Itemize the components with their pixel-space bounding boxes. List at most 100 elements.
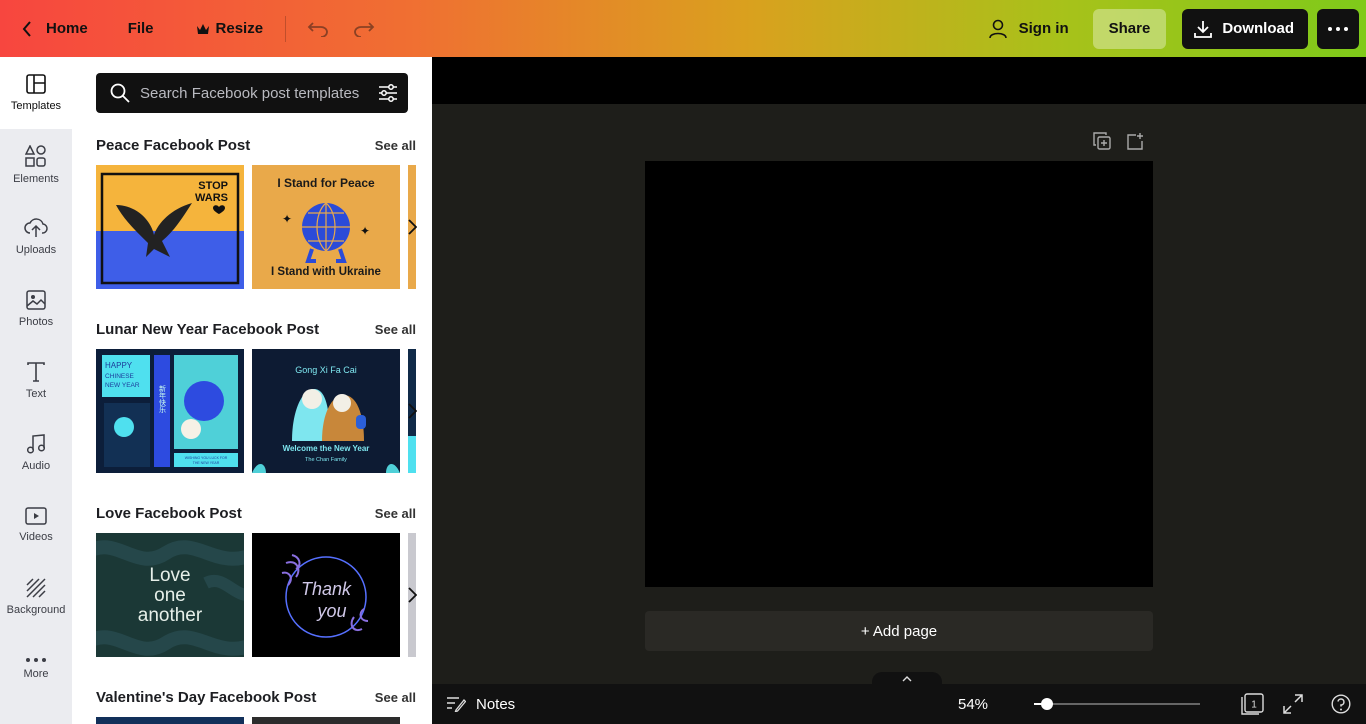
more-dots-icon [26,658,46,662]
wishing-luck-text: WISHING YOU LUCK FOR [185,456,228,460]
fullscreen-button[interactable] [1283,694,1303,719]
see-all-love[interactable]: See all [375,506,416,521]
duplicate-page-button[interactable] [1093,132,1111,155]
search-input[interactable] [140,84,370,102]
design-page[interactable] [645,161,1153,587]
redo-icon [354,21,375,37]
rail-item-more[interactable]: More [0,633,72,705]
page-count: 1 [1251,700,1257,711]
rail-item-elements[interactable]: Elements [0,129,72,201]
thank-you-artwork: Thank you [252,533,400,657]
home-button[interactable]: Home [12,9,98,49]
rail-item-videos[interactable]: Videos [0,489,72,561]
toolbar-divider [285,15,287,42]
help-button[interactable] [1331,694,1351,719]
thank-text: Thank [301,579,352,599]
carousel-next-lunar-new-year[interactable] [404,398,420,424]
download-icon [1194,20,1213,38]
rail-label-templates: Templates [10,100,62,112]
notes-button[interactable]: Notes [446,696,515,713]
template-thumb-valentines[interactable] [96,717,244,724]
search-icon [110,83,130,103]
redo-button[interactable] [344,9,384,49]
photo-icon [26,290,46,310]
svg-text:✦: ✦ [282,212,292,226]
rail-label-audio: Audio [21,460,51,472]
resize-button[interactable]: Resize [186,9,274,49]
peace-heading: I Stand for Peace [277,176,375,190]
filter-icon[interactable] [378,83,398,103]
elements-icon [25,145,46,167]
resize-label: Resize [215,20,264,37]
notes-icon [447,697,466,712]
crown-icon [196,23,209,34]
rail-label-elements: Elements [13,173,59,185]
carousel-next-love[interactable] [404,582,420,608]
another-text: another [138,605,203,626]
wars-text: WARS [195,192,228,204]
love-text: Love [149,565,190,586]
rail-label-uploads: Uploads [15,244,57,256]
carousel-next-peace[interactable] [404,214,420,240]
rail-label-background: Background [6,604,66,616]
template-thumb-stand-for-peace[interactable]: I Stand for Peace ✦ ✦ I Stand with Ukrai… [252,165,400,289]
file-label: File [127,20,154,37]
bottom-bar: Notes 54% 1 [432,672,1366,724]
page-count-button[interactable]: 1 [1241,693,1265,720]
add-page-button[interactable]: + Add page [645,611,1153,651]
love-one-another-artwork: Love one another [96,533,244,657]
home-label: Home [46,20,88,37]
section-title-love: Love Facebook Post [96,505,242,522]
download-button[interactable]: Download [1182,8,1308,49]
new-year-text: NEW YEAR [105,382,140,389]
chevron-right-icon [407,403,417,419]
top-bar: Home File Resize Sign in Share Download [0,0,1366,57]
see-all-valentines-day[interactable]: See all [375,690,416,705]
template-thumb-happy-chinese-new-year[interactable]: HAPPY CHINESE NEW YEAR 新年快乐 WISHING YOU … [96,349,244,473]
see-all-peace[interactable]: See all [375,138,416,153]
see-all-lunar-new-year[interactable]: See all [375,322,416,337]
template-thumb-valentines[interactable] [252,717,400,724]
stand-for-peace-artwork: I Stand for Peace ✦ ✦ I Stand with Ukrai… [252,165,400,289]
undo-icon [307,21,328,37]
more-options-button[interactable] [1317,8,1359,49]
side-rail: Templates Elements Uploads Photos Text A… [0,57,72,724]
sign-in-button[interactable]: Sign in [979,9,1079,49]
template-thumb-gong-xi-fa-cai[interactable]: Gong Xi Fa Cai Welcome the New Year The … [252,349,400,473]
zoom-level[interactable]: 54% [958,696,988,713]
rail-item-templates[interactable]: Templates [0,57,72,129]
welcome-new-year-text: Welcome the New Year [283,444,370,453]
rail-item-text[interactable]: Text [0,345,72,417]
chevron-up-icon [902,676,912,682]
background-pattern-icon [26,578,46,598]
rail-item-uploads[interactable]: Uploads [0,201,72,273]
chinese-text: CHINESE [105,373,135,380]
zoom-slider-handle[interactable] [1041,698,1054,710]
stop-wars-artwork: STOP WARS [96,165,244,289]
rail-item-audio[interactable]: Audio [0,417,72,489]
stop-text: STOP [198,180,228,192]
page-actions [1093,132,1145,155]
user-icon [988,19,1007,38]
show-pages-button[interactable] [872,672,942,686]
file-menu-button[interactable]: File [118,9,164,49]
share-button[interactable]: Share [1092,8,1167,49]
undo-button[interactable] [298,9,338,49]
download-label: Download [1222,20,1294,37]
add-page-label: + Add page [860,622,938,640]
share-label: Share [1108,20,1151,37]
ukraine-text: I Stand with Ukraine [271,266,381,278]
add-page-icon-button[interactable] [1127,132,1145,155]
happy-text: HAPPY [105,361,133,370]
chevron-right-icon [407,219,417,235]
chinese-new-year-artwork: HAPPY CHINESE NEW YEAR 新年快乐 WISHING YOU … [96,349,244,473]
gong-xi-fa-cai-artwork: Gong Xi Fa Cai Welcome the New Year The … [252,349,400,473]
zoom-slider[interactable] [1034,698,1200,710]
sign-in-label: Sign in [1018,20,1069,37]
template-thumb-love-one-another[interactable]: Love one another [96,533,244,657]
chevron-left-icon [22,20,31,37]
template-thumb-thank-you[interactable]: Thank you [252,533,400,657]
rail-item-background[interactable]: Background [0,561,72,633]
template-thumb-stop-wars[interactable]: STOP WARS [96,165,244,289]
rail-item-photos[interactable]: Photos [0,273,72,345]
